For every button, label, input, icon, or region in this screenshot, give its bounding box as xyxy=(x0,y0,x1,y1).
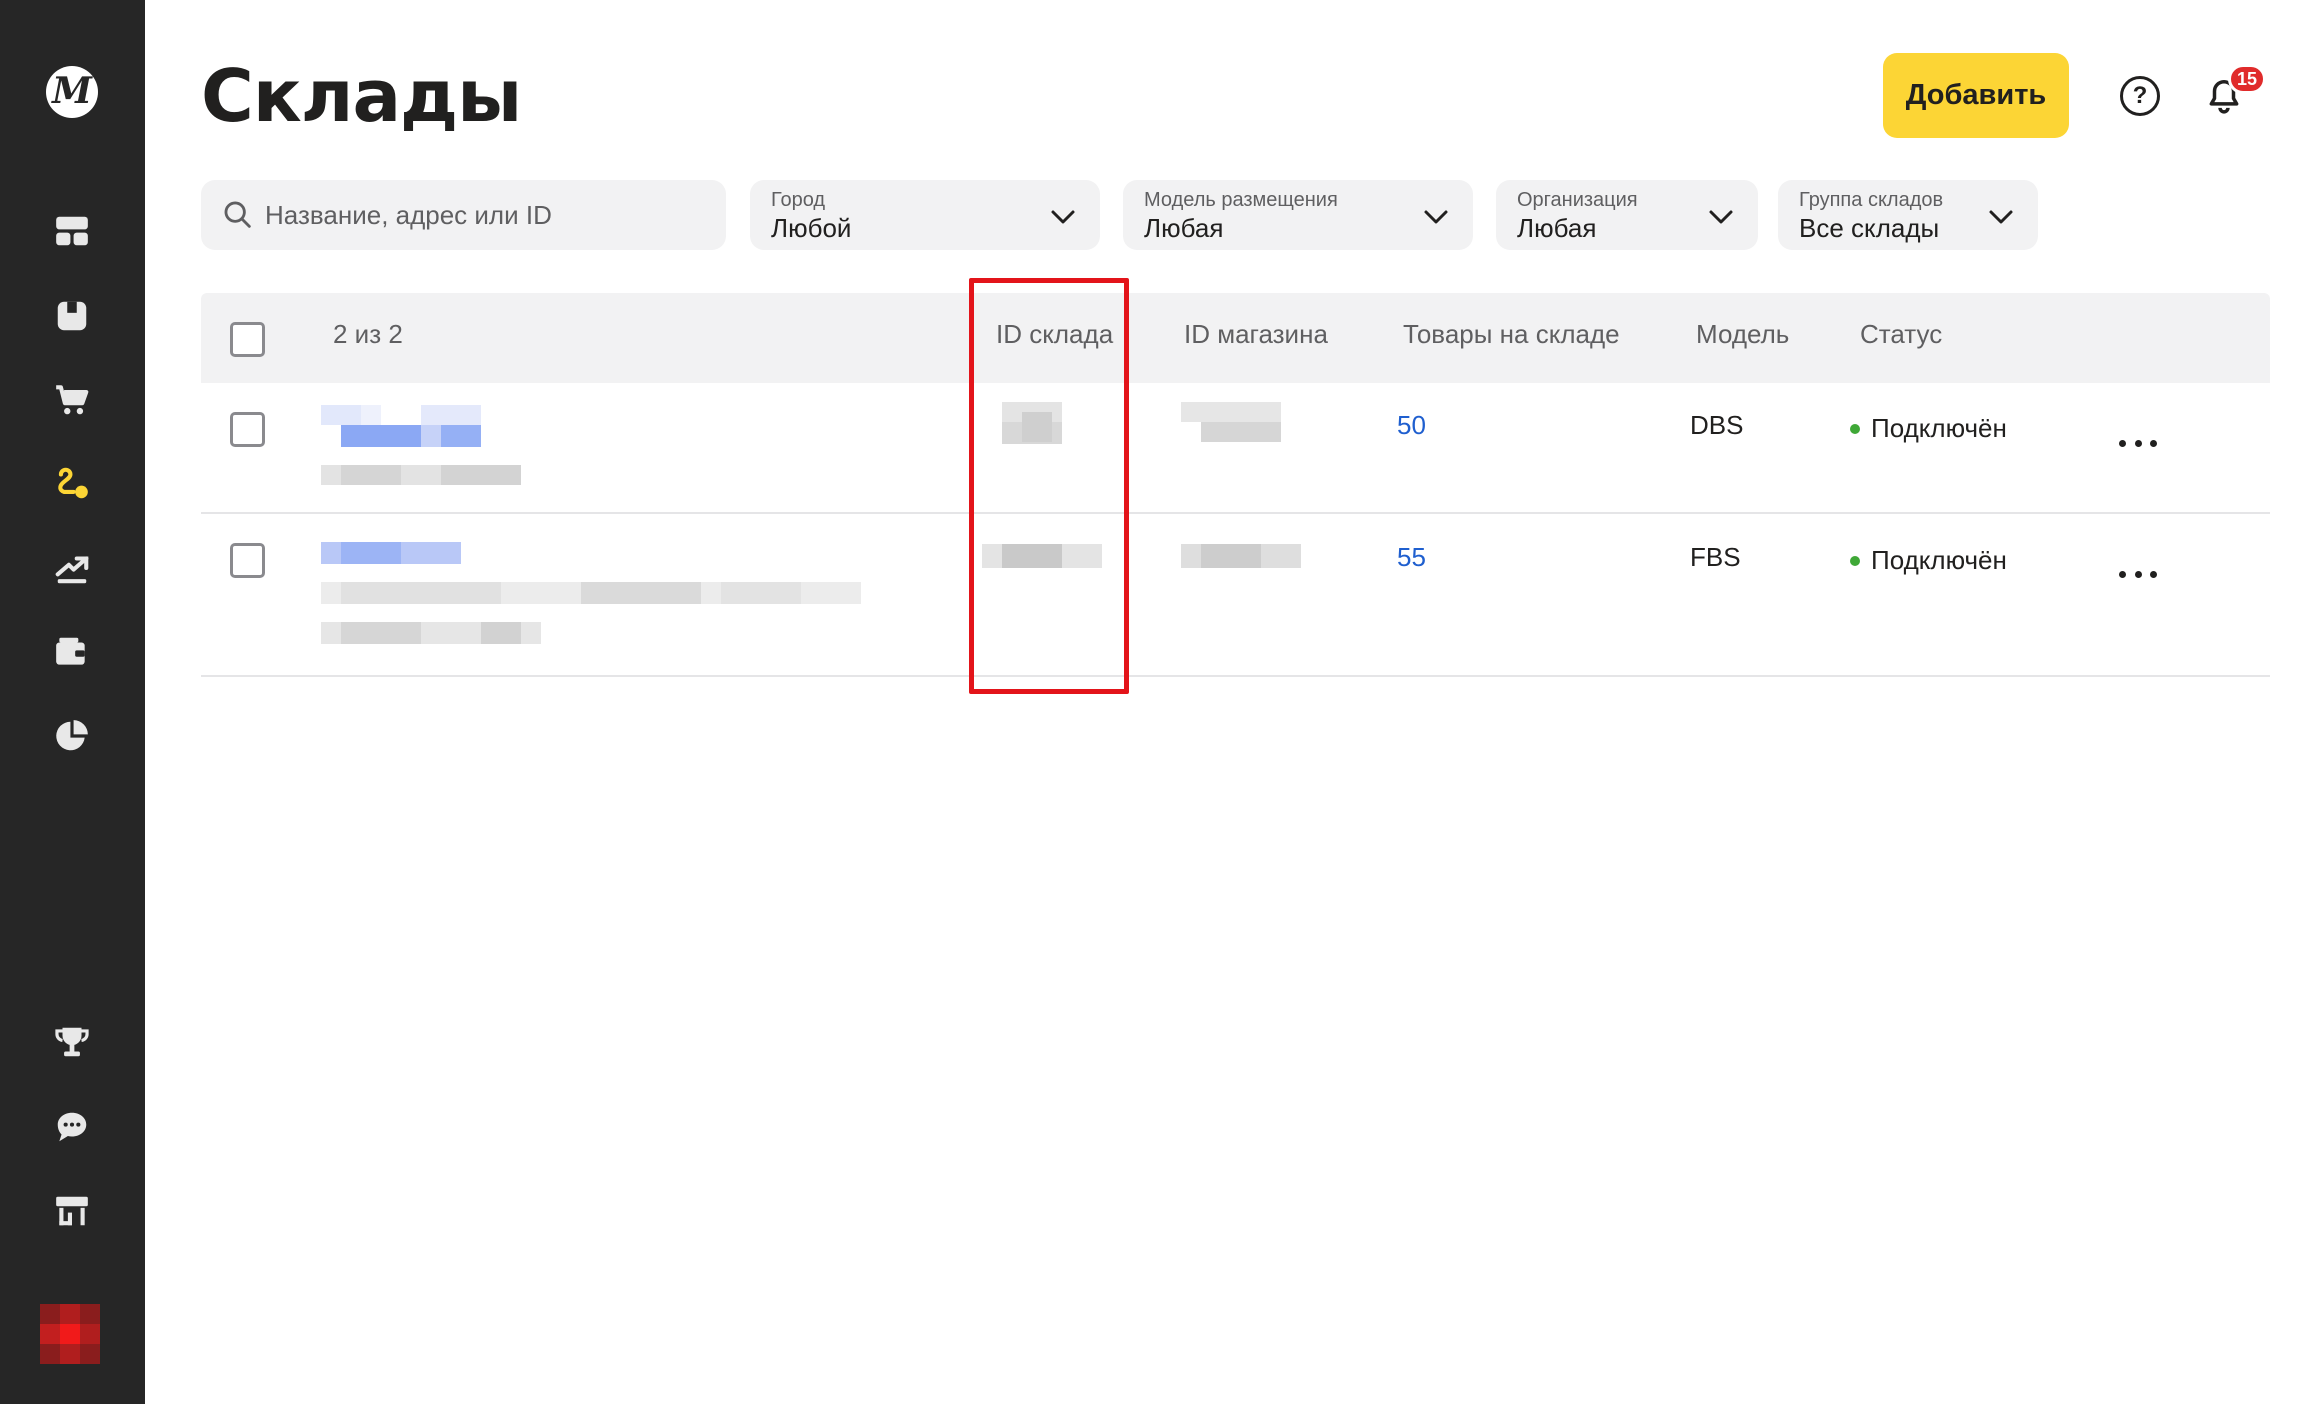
model-value: DBS xyxy=(1690,410,1744,440)
column-status[interactable]: Статус xyxy=(1860,314,1942,354)
redacted-warehouse-name[interactable] xyxy=(321,542,861,644)
notification-badge: 15 xyxy=(2228,64,2267,94)
products-icon[interactable] xyxy=(48,292,96,340)
market-logo[interactable]: М xyxy=(46,66,98,118)
organization-filter[interactable]: Организация Любая xyxy=(1496,180,1758,250)
column-goods[interactable]: Товары на складе xyxy=(1403,314,1620,354)
placement-model-filter[interactable]: Модель размещения Любая xyxy=(1123,180,1473,250)
status-value: Подключён xyxy=(1871,413,2007,443)
cart-icon[interactable] xyxy=(48,376,96,424)
search-field[interactable] xyxy=(201,180,726,250)
help-icon[interactable]: ? xyxy=(2120,76,2160,116)
organization-filter-label: Организация xyxy=(1517,189,1638,211)
dashboard-icon[interactable] xyxy=(48,207,96,255)
column-model[interactable]: Модель xyxy=(1696,314,1789,354)
city-filter-label: Город xyxy=(771,189,826,211)
logo-letter: М xyxy=(52,70,92,112)
store-icon[interactable] xyxy=(48,1187,96,1235)
model-value: FBS xyxy=(1690,542,1741,572)
row-checkbox[interactable] xyxy=(230,543,265,578)
column-warehouse-id[interactable]: ID склада xyxy=(996,314,1113,354)
redacted-warehouse-name[interactable] xyxy=(321,405,521,485)
redacted-warehouse-id xyxy=(1002,402,1062,444)
chevron-down-icon xyxy=(1989,210,2013,224)
row-divider xyxy=(201,512,2270,514)
avatar[interactable] xyxy=(40,1304,100,1364)
warehouse-group-filter[interactable]: Группа складов Все склады xyxy=(1778,180,2038,250)
wallet-icon[interactable] xyxy=(48,628,96,676)
city-filter-value: Любой xyxy=(771,213,852,243)
logistics-icon[interactable] xyxy=(48,460,96,508)
trophy-icon[interactable] xyxy=(48,1018,96,1066)
redacted-warehouse-id xyxy=(982,544,1102,568)
row-divider xyxy=(201,675,2270,677)
select-all-checkbox[interactable] xyxy=(230,322,265,357)
pie-chart-icon[interactable] xyxy=(48,712,96,760)
rows-count: 2 из 2 xyxy=(333,319,403,349)
organization-filter-value: Любая xyxy=(1517,213,1597,243)
placement-model-filter-value: Любая xyxy=(1144,213,1224,243)
search-input[interactable] xyxy=(265,199,705,231)
chevron-down-icon xyxy=(1424,210,1448,224)
chevron-down-icon xyxy=(1709,210,1733,224)
status-value: Подключён xyxy=(1871,545,2007,575)
row-checkbox[interactable] xyxy=(230,412,265,447)
growth-icon[interactable] xyxy=(48,544,96,592)
goods-count-link[interactable]: 55 xyxy=(1397,537,1426,577)
more-actions-button[interactable] xyxy=(2113,428,2163,458)
redacted-shop-id xyxy=(1181,544,1301,568)
status-dot-icon xyxy=(1850,556,1860,566)
column-shop-id[interactable]: ID магазина xyxy=(1184,314,1328,354)
sidebar: М xyxy=(0,0,145,1404)
redacted-shop-id xyxy=(1181,402,1281,442)
more-actions-button[interactable] xyxy=(2113,559,2163,589)
city-filter[interactable]: Город Любой xyxy=(750,180,1100,250)
help-symbol: ? xyxy=(2132,82,2148,109)
add-button[interactable]: Добавить xyxy=(1883,53,2069,138)
chevron-down-icon xyxy=(1051,210,1075,224)
page-title: Склады xyxy=(201,54,522,138)
placement-model-filter-label: Модель размещения xyxy=(1144,189,1338,211)
search-icon xyxy=(224,201,251,228)
chat-icon[interactable] xyxy=(48,1103,96,1151)
goods-count-link[interactable]: 50 xyxy=(1397,405,1426,445)
status-dot-icon xyxy=(1850,424,1860,434)
